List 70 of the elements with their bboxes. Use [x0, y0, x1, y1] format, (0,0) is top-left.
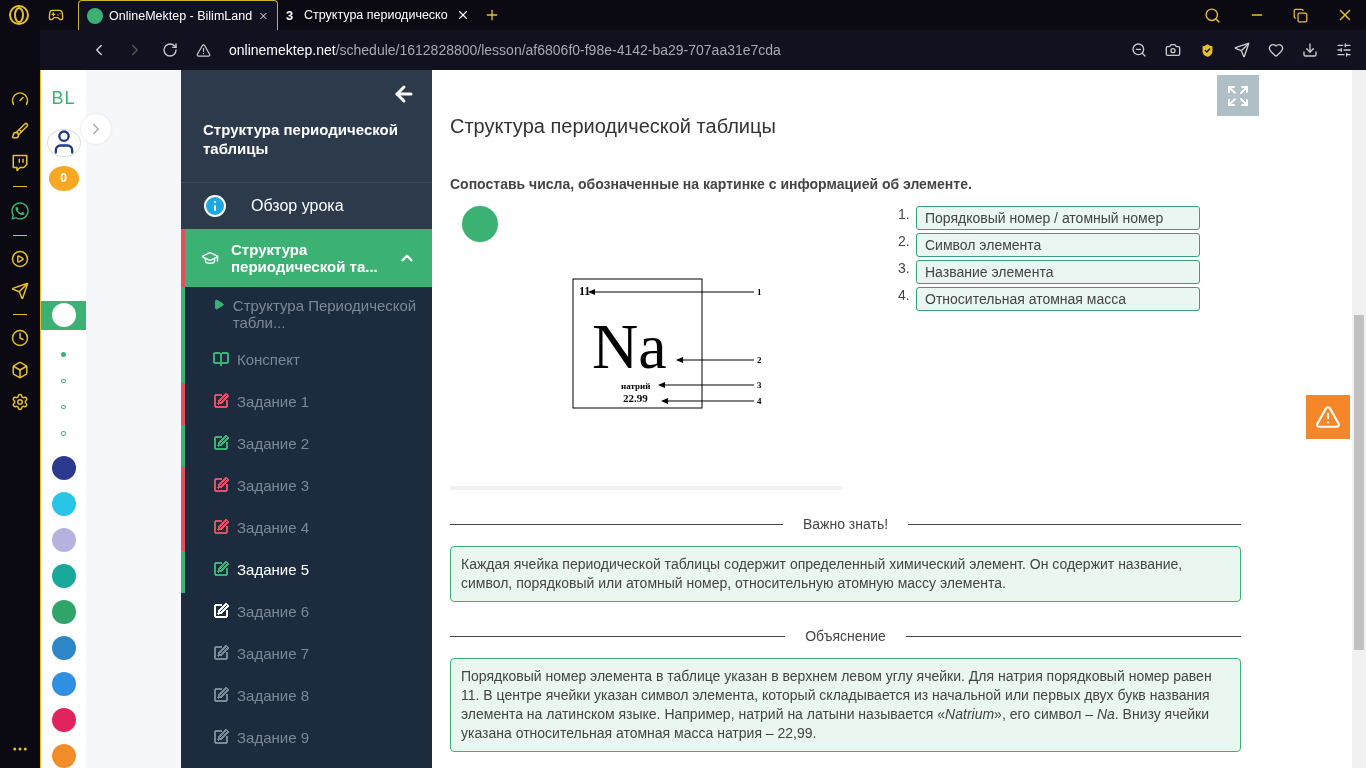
- answer-number: 2.: [898, 233, 910, 249]
- search-icon[interactable]: [1204, 6, 1221, 24]
- restore-icon[interactable]: [1293, 7, 1308, 23]
- clock-icon[interactable]: [11, 329, 29, 347]
- send-icon[interactable]: [1234, 42, 1250, 58]
- lesson-item[interactable]: Задание 8: [181, 677, 432, 719]
- favicon: [87, 7, 103, 24]
- coin-badge: 0: [48, 166, 79, 191]
- section-item[interactable]: Структура периодической та...: [181, 229, 432, 287]
- answer-number: 1.: [898, 206, 910, 222]
- explanation-note: Порядковый номер элемента в таблице указан в верхнем левом углу ячейки. Для натрия порядковый номер равен 11. В центре ячейки указан символ элемента, который складывается из начальной или первых двух букв названия элемента на латинском языке. Например, натрий на латыни называется «Natrium», его символ – Na. Внизу ячейки указана относительная атомная масса натрия – 22,99.: [450, 658, 1241, 752]
- download-icon[interactable]: [1302, 42, 1318, 58]
- play-icon[interactable]: [11, 250, 29, 268]
- new-tab-icon[interactable]: [484, 7, 500, 23]
- answer-card[interactable]: Название элемента: [916, 260, 1200, 284]
- report-button[interactable]: [1306, 395, 1350, 439]
- browser-tab[interactable]: OnlineMektep - BilimLand: [78, 0, 278, 30]
- opera-logo-icon[interactable]: [8, 4, 30, 26]
- gauge-icon[interactable]: [11, 90, 29, 108]
- overview-item[interactable]: Обзор урока: [181, 183, 432, 229]
- camera-icon[interactable]: [1165, 42, 1181, 58]
- send-icon[interactable]: [11, 282, 29, 300]
- heart-icon[interactable]: [1268, 42, 1284, 58]
- browser-tab[interactable]: 3 Структура периодическо: [278, 0, 478, 30]
- lesson-item[interactable]: Задание 6: [181, 593, 432, 635]
- gamepad-icon[interactable]: [48, 7, 64, 23]
- warning-icon: [1315, 404, 1341, 430]
- info-note: Каждая ячейка периодической таблицы содержит определенный химический элемент. Он содержит название, символ, порядковый или атомный номер, относительную атомную массу элемента.: [450, 546, 1241, 602]
- answer-number: 4.: [898, 287, 910, 303]
- answer-card[interactable]: Относительная атомная масса: [916, 287, 1200, 311]
- app-icon[interactable]: [51, 456, 76, 481]
- info-icon: [203, 194, 227, 218]
- callout-number: 4: [757, 396, 762, 406]
- warning-icon[interactable]: [196, 42, 211, 58]
- shield-icon[interactable]: [1199, 41, 1216, 59]
- graduation-cap-icon: [201, 249, 219, 267]
- callout-number: 3: [757, 380, 762, 390]
- lesson-item[interactable]: Задание 9: [181, 719, 432, 761]
- answer-card[interactable]: Символ элемента: [916, 233, 1200, 257]
- logo-icon: [462, 206, 498, 242]
- url-host[interactable]: onlinemektep.net: [229, 42, 336, 58]
- expand-icon: [1226, 83, 1250, 108]
- url-path[interactable]: /schedule/1612828800/lesson/af6806f0-f98e-4142-ba29-707aa31e7cda: [335, 42, 781, 58]
- settings-icon[interactable]: [11, 393, 29, 411]
- answer-number: 3.: [898, 260, 910, 276]
- element-symbol: Na: [592, 311, 667, 382]
- callout-number: 1: [757, 287, 762, 297]
- callout-number: 2: [757, 355, 762, 365]
- page-dot[interactable]: [61, 352, 66, 357]
- chat-icon[interactable]: [11, 154, 29, 172]
- app-icon[interactable]: [51, 708, 76, 733]
- section-heading: Объяснение: [805, 628, 886, 644]
- element-name: натрий: [621, 381, 651, 391]
- settings-icon[interactable]: [1336, 42, 1352, 58]
- lesson-title: Структура периодической таблицы: [203, 120, 399, 158]
- instruction: Сопоставь числа, обозначенные на картинке с информацией об элементе.: [450, 176, 973, 192]
- atomic-mass: 22.99: [623, 392, 648, 404]
- section-heading: Важно знать!: [802, 516, 889, 532]
- close-icon[interactable]: [456, 8, 470, 22]
- answer-card[interactable]: Порядковый номер / атомный номер: [916, 206, 1200, 230]
- lesson-item[interactable]: Задание 7: [181, 635, 432, 677]
- atomic-number: 11: [579, 284, 591, 298]
- zoom-out-icon[interactable]: [1131, 42, 1147, 58]
- whatsapp-icon[interactable]: [10, 201, 30, 221]
- logo: BL: [51, 88, 76, 109]
- reload-icon[interactable]: [162, 42, 178, 58]
- favicon: 3: [286, 7, 295, 23]
- cube-icon[interactable]: [11, 361, 29, 379]
- page-title: Структура периодической таблицы: [450, 115, 777, 138]
- brush-icon[interactable]: [11, 122, 29, 140]
